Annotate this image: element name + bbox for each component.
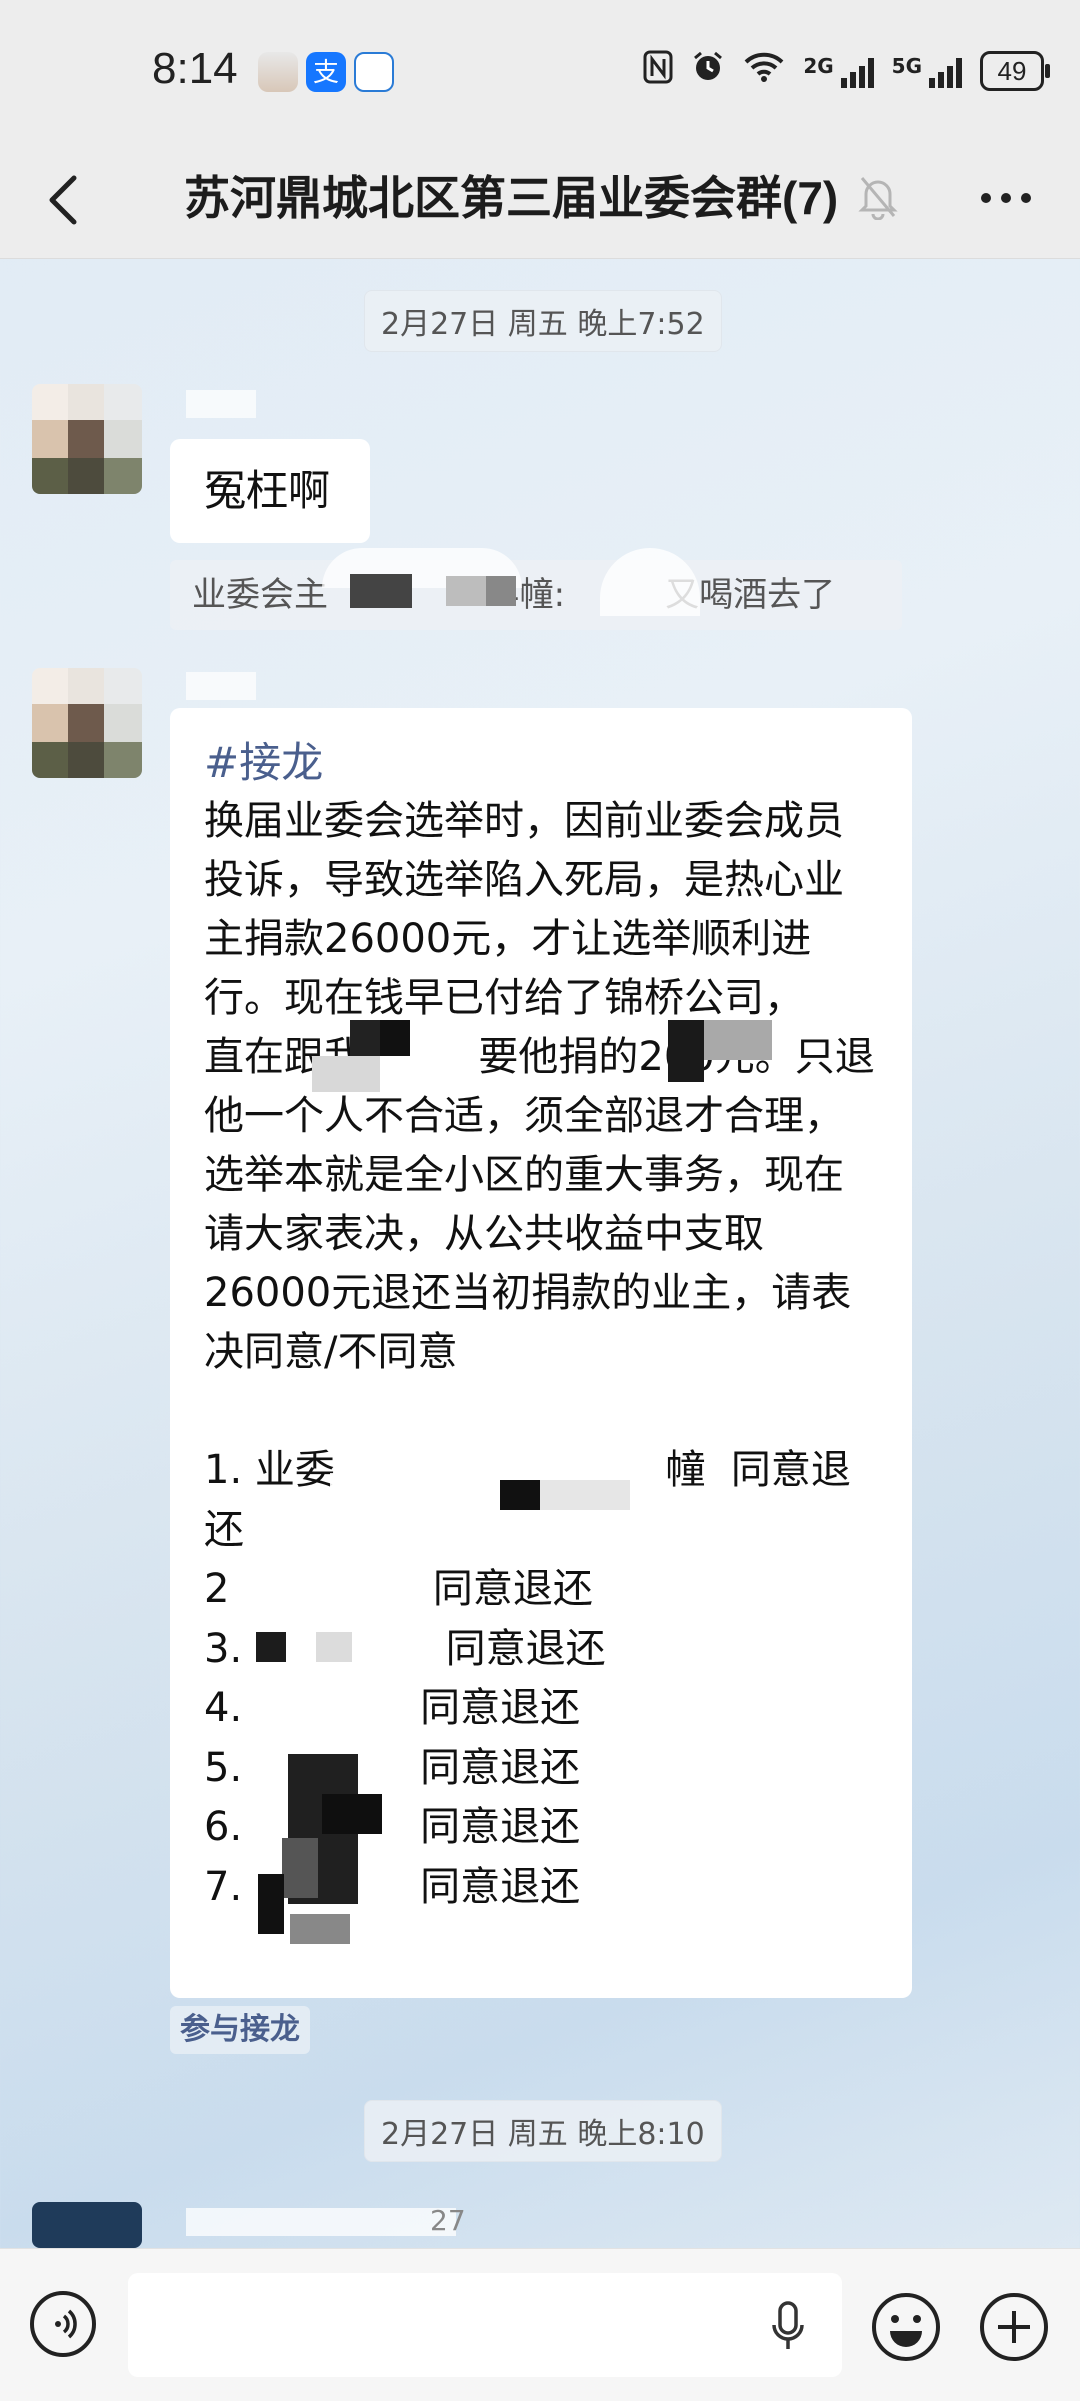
chat-title: 苏河鼎城北区第三届业委会群(7) — [184, 172, 839, 224]
message-input[interactable] — [128, 2273, 842, 2377]
app-notification-icon-1 — [258, 52, 298, 92]
voice-icon[interactable] — [30, 2291, 96, 2357]
list-item: 3. 同意退还 — [204, 1625, 606, 1672]
solitaire-message-bubble[interactable]: #接龙 换届业委会选举时，因前业委会成员投诉，导致选举陷入死局，是热心业主捐款2… — [170, 708, 912, 1998]
message-bubble[interactable]: 冤枉啊 — [170, 439, 370, 543]
avatar[interactable] — [32, 384, 142, 494]
redaction-mask — [316, 1632, 352, 1662]
sender-name-redacted — [186, 390, 256, 418]
nfc-icon — [643, 50, 673, 92]
redaction-mask — [312, 1056, 380, 1092]
redaction-mask — [380, 1020, 410, 1056]
redaction-mask — [500, 1480, 540, 1510]
message-body: 换届业委会选举时，因前业委会成员投诉，导致选举陷入死局，是热心业主捐款26000… — [204, 798, 906, 1375]
redaction-mask — [600, 548, 700, 616]
emoji-icon[interactable] — [870, 2291, 942, 2363]
redaction-mask — [704, 1020, 772, 1060]
plus-icon[interactable] — [978, 2291, 1050, 2363]
redaction-mask — [350, 574, 412, 608]
redaction-mask — [290, 1914, 350, 1944]
more-icon[interactable] — [978, 190, 1034, 206]
status-bar: 8:14 支 2G 5G 49 — [0, 0, 1080, 140]
chat-area[interactable]: 2月27日 周五 晚上7:52 冤枉啊 业委会主 4幢: 又喝酒去了 #接龙 换届业… — [0, 258, 1080, 2248]
mic-icon[interactable] — [770, 2299, 806, 2355]
redaction-mask — [486, 576, 516, 606]
avatar[interactable] — [32, 2202, 142, 2248]
status-right-icons: 2G 5G 49 — [643, 50, 1050, 92]
timestamp: 2月27日 周五 晚上7:52 — [364, 290, 722, 352]
solitaire-tag[interactable]: #接龙 — [204, 734, 878, 792]
list-item: 2 同意退还 — [204, 1566, 593, 1612]
redaction-mask — [258, 1874, 284, 1934]
redaction-mask — [330, 1473, 500, 1513]
signal-2g-icon: 2G — [803, 54, 874, 88]
wifi-icon — [743, 51, 785, 91]
sender-name-redacted — [186, 672, 256, 700]
battery-indicator: 49 — [980, 51, 1050, 91]
sender-name-redacted — [186, 2208, 456, 2236]
redaction-mask — [668, 1020, 704, 1082]
redaction-mask — [446, 576, 486, 606]
list-item: 4. 同意退还 — [204, 1685, 581, 1731]
redaction-mask — [540, 1480, 630, 1510]
status-time: 8:14 — [152, 44, 238, 93]
mute-bell-icon — [858, 177, 898, 220]
timestamp: 2月27日 周五 晚上8:10 — [364, 2100, 722, 2162]
redaction-mask — [282, 1838, 318, 1898]
alipay-icon: 支 — [306, 52, 346, 92]
avatar[interactable] — [32, 668, 142, 778]
alarm-icon — [691, 50, 725, 92]
app-notification-icon-3 — [354, 52, 394, 92]
back-icon[interactable] — [40, 170, 90, 230]
input-bar — [0, 2248, 1080, 2401]
sender-name-partial: 27 — [430, 2204, 466, 2237]
join-solitaire-button[interactable]: 参与接龙 — [170, 2006, 310, 2054]
redaction-mask — [256, 1632, 286, 1662]
quote-prefix: 业委会主 — [192, 575, 328, 615]
redaction-mask — [322, 1794, 382, 1834]
chat-header: 苏河鼎城北区第三届业委会群(7) — [0, 140, 1080, 259]
signal-5g-icon: 5G — [892, 54, 962, 88]
quoted-message[interactable]: 业委会主 4幢: 又喝酒去了 — [170, 560, 902, 630]
